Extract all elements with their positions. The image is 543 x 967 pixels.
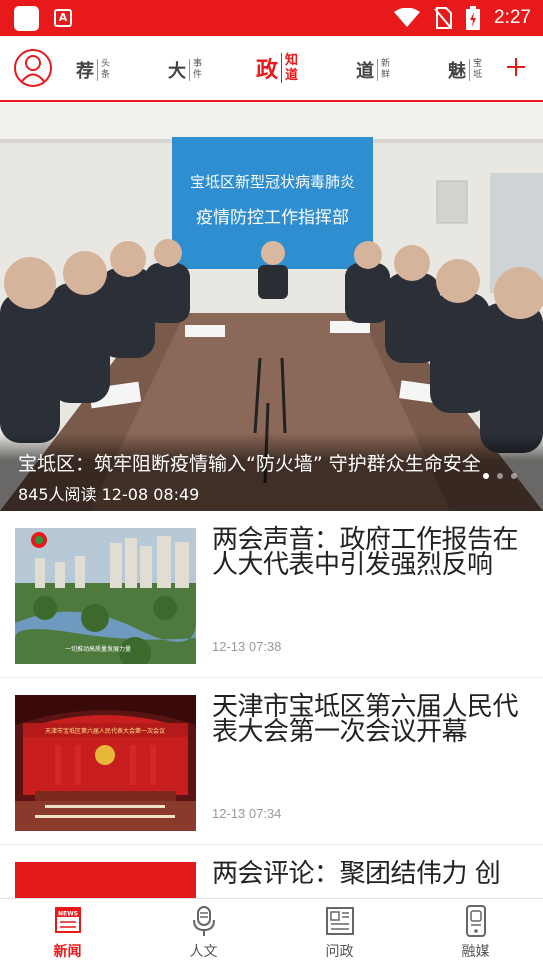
mobile-media-icon (465, 905, 486, 937)
channel-sub-1: 宝 (473, 59, 483, 69)
channel-sub-2: 道 (285, 68, 299, 83)
carousel-dots (483, 473, 517, 479)
news-thumbnail: 天津市宝坻区第六届人民代表大会第一次会议 (15, 695, 196, 831)
sign-line-1: 宝坻区新型冠状病毒肺炎 (190, 173, 355, 191)
add-channel-icon[interactable] (505, 56, 527, 78)
channel-sub-2: 件 (193, 70, 203, 80)
news-title[interactable]: 两会声音：政府工作报告在人大代表中引发强烈反响 (212, 527, 528, 578)
tab-news[interactable]: NEWS 新闻 (0, 899, 135, 967)
channel-label: 政 (256, 57, 279, 83)
channel-sub-1: 头 (101, 59, 111, 69)
channel-tab-mei[interactable]: 魅 宝坻 (448, 53, 482, 87)
thumb-caption: 一切推动高质量发展力量 (65, 645, 131, 653)
status-bar: A 2:27 (0, 0, 543, 36)
tab-label: 人文 (189, 944, 218, 960)
clock-time: 2:27 (494, 7, 531, 28)
channel-tab-jian[interactable]: 荐 头条 (76, 53, 110, 87)
app-a-icon: A (54, 9, 72, 27)
news-thumbnail: 一切推动高质量发展力量 (15, 528, 196, 664)
channel-label: 荐 (76, 61, 94, 82)
microphone-icon (192, 906, 215, 936)
news-time: 12-13 07:38 (212, 639, 282, 654)
channel-label: 魅 (448, 61, 466, 82)
channel-sub-2: 鲜 (381, 70, 391, 80)
newspaper-icon: NEWS (54, 907, 81, 933)
news-list-item[interactable]: 一切推动高质量发展力量 两会声音：政府工作报告在人大代表中引发强烈反响 12-1… (0, 511, 543, 678)
tab-label: 新闻 (53, 944, 82, 960)
channel-sublabel: 事件 (189, 59, 202, 81)
channel-label: 道 (356, 61, 374, 82)
sign-line-2: 疫情防控工作指挥部 (196, 208, 349, 228)
svg-text:NEWS: NEWS (57, 911, 77, 918)
tab-label: 融媒 (461, 944, 490, 960)
carousel-dot[interactable] (483, 473, 489, 479)
bottom-tab-bar: NEWS 新闻 人文 问政 融媒 (0, 898, 543, 967)
carousel-dot[interactable] (497, 473, 503, 479)
battery-charging-icon (466, 6, 481, 30)
user-avatar-icon[interactable] (14, 49, 52, 87)
channel-sublabel: 知道 (281, 53, 298, 83)
tab-media[interactable]: 融媒 (408, 899, 543, 967)
app-white-square-icon (14, 6, 39, 31)
news-title[interactable]: 天津市宝坻区第六届人民代表大会第一次会议开幕 (212, 694, 528, 745)
tab-inquiry[interactable]: 问政 (272, 899, 407, 967)
news-title[interactable]: 两会评论：聚团结伟力 创 (212, 861, 528, 887)
channel-label: 大 (168, 61, 186, 82)
channel-sub-2: 坻 (473, 70, 483, 80)
news-time: 12-13 07:34 (212, 806, 282, 821)
thumb-banner: 天津市宝坻区第六届人民代表大会第一次会议 (45, 727, 165, 735)
channel-sub-1: 新 (381, 59, 391, 69)
banner-title[interactable]: 宝坻区：筑牢阻断疫情输入“防火墙” 守护群众生命安全 (18, 449, 528, 476)
banner-meta: 845人阅读 12-08 08:49 (18, 485, 200, 504)
tab-culture[interactable]: 人文 (136, 899, 271, 967)
no-sim-icon (434, 7, 453, 29)
channel-tab-dao[interactable]: 道 新鲜 (356, 53, 390, 87)
carousel-dot[interactable] (511, 473, 517, 479)
news-list-item[interactable]: 天津市宝坻区第六届人民代表大会第一次会议 天津市宝坻区第六届人民代表大会第一次会… (0, 678, 543, 845)
tab-label: 问政 (325, 944, 354, 960)
channel-tab-zheng[interactable]: 政 知道 (256, 51, 298, 85)
channel-sublabel: 新鲜 (377, 59, 390, 81)
channel-sub-2: 条 (101, 70, 111, 80)
channel-sublabel: 宝坻 (469, 59, 482, 81)
document-icon (325, 907, 354, 935)
channel-sub-1: 知 (285, 53, 299, 68)
channel-tab-da[interactable]: 大 事件 (168, 53, 202, 87)
channel-sublabel: 头条 (97, 59, 110, 81)
channel-sub-1: 事 (193, 59, 203, 69)
wifi-icon (394, 8, 421, 27)
channel-bar: 荐 头条 大 事件 政 知道 道 新鲜 魅 宝坻 (0, 36, 543, 102)
